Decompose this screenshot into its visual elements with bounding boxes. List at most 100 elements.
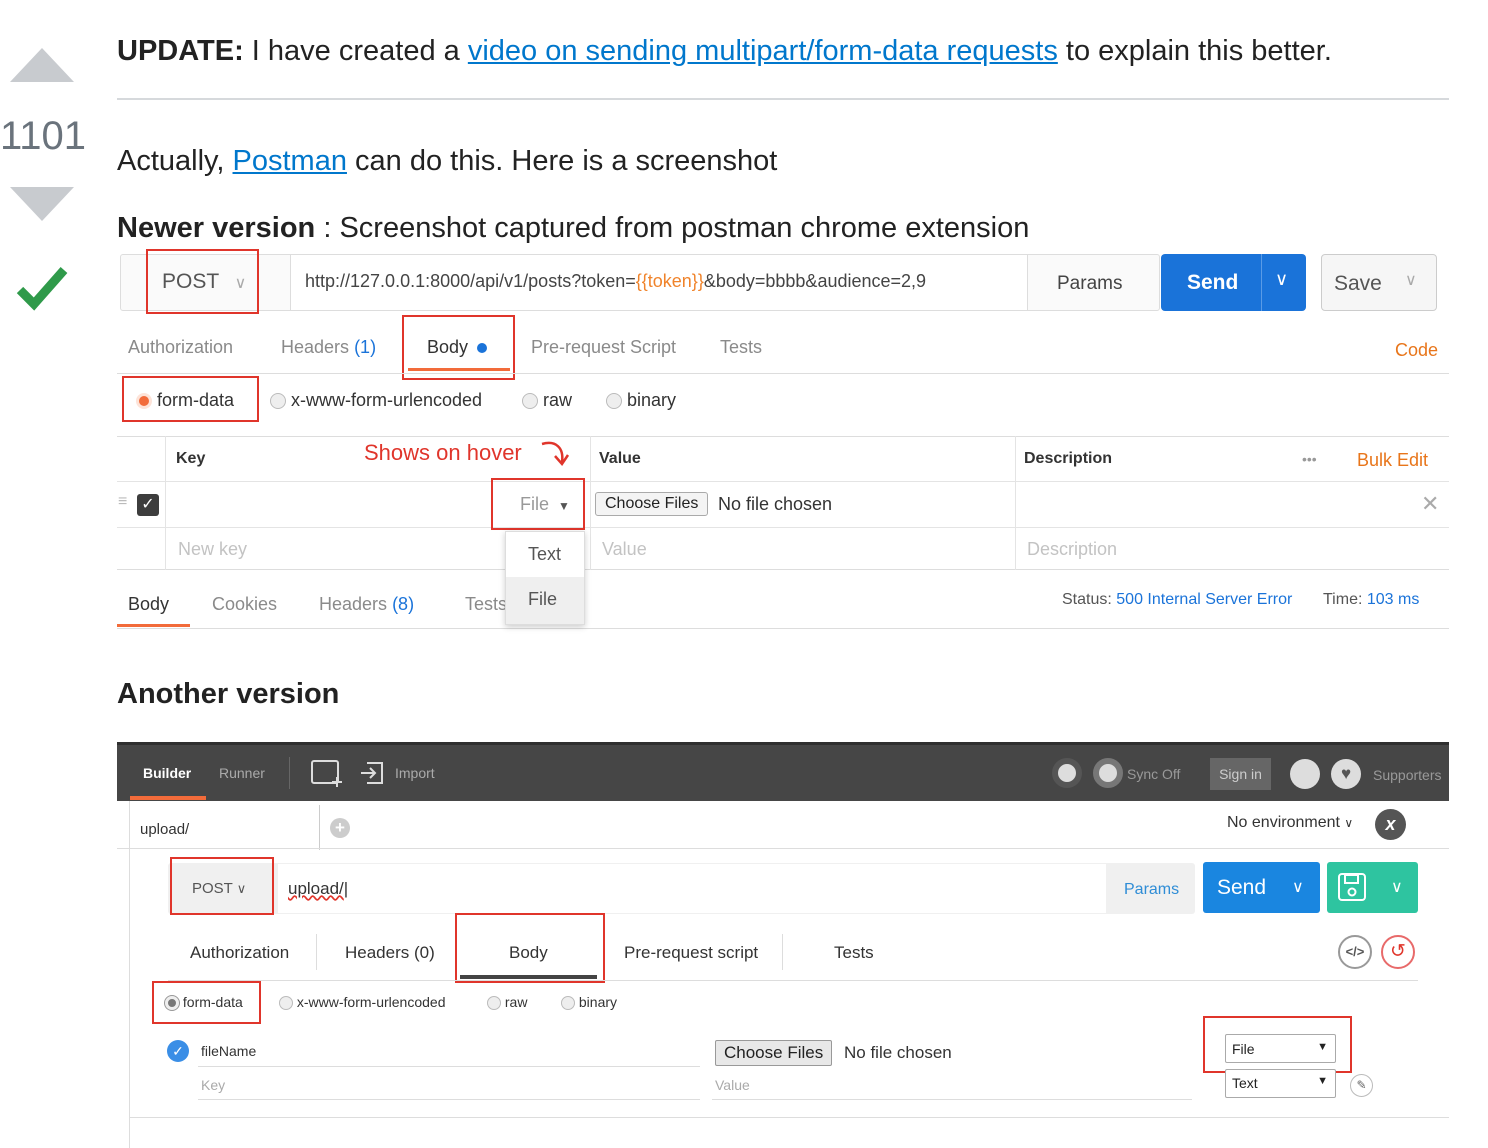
- choose-files-button[interactable]: Choose Files: [595, 492, 709, 516]
- add-tab-icon[interactable]: +: [330, 818, 350, 838]
- sync-label[interactable]: Sync Off: [1127, 766, 1180, 782]
- sync-icon[interactable]: [1093, 758, 1123, 788]
- url-field[interactable]: http://127.0.0.1:8000/api/v1/posts?token…: [290, 255, 1028, 310]
- tab-prerequest-old[interactable]: Pre-request script: [624, 943, 758, 963]
- dropdown-option-text[interactable]: Text: [506, 532, 584, 577]
- radio-binary-old[interactable]: binary: [561, 994, 617, 1011]
- newer-rest: : Screenshot captured from postman chrom…: [323, 212, 1030, 244]
- chevron-down-icon: ∨: [1391, 879, 1403, 896]
- new-value-input[interactable]: Value: [602, 539, 647, 560]
- tab-tests[interactable]: Tests: [720, 337, 762, 358]
- reset-icon[interactable]: ↺: [1381, 935, 1415, 969]
- drag-handle-icon[interactable]: ≡: [118, 494, 127, 510]
- resp-tab-body[interactable]: Body: [128, 594, 169, 615]
- highlight-body-tab: [402, 315, 515, 380]
- intro-post: can do this. Here is a screenshot: [355, 145, 778, 177]
- no-file-text-old: No file chosen: [844, 1043, 952, 1062]
- import-icon[interactable]: [359, 758, 387, 788]
- header-value: Value: [599, 450, 641, 467]
- signin-button[interactable]: Sign in: [1210, 758, 1271, 790]
- url-post: &body=bbbb&audience=2,9: [703, 271, 927, 291]
- delete-row-icon[interactable]: ✕: [1421, 491, 1439, 517]
- radio-off-icon: [270, 393, 286, 410]
- resp-tab-headers-label: Headers: [319, 594, 388, 614]
- intro-pre: Actually,: [117, 145, 225, 177]
- row-checkbox[interactable]: ✓: [137, 494, 159, 516]
- time-label: Time:: [1323, 591, 1363, 608]
- row-check-icon[interactable]: ✓: [167, 1040, 189, 1062]
- key-underline: [198, 1099, 700, 1100]
- radio-urlencoded-label-old: x-www-form-urlencoded: [296, 994, 446, 1010]
- new-key-input[interactable]: New key: [178, 539, 247, 560]
- import-label[interactable]: Import: [395, 765, 435, 781]
- builder-tab[interactable]: Builder: [143, 765, 191, 781]
- highlight-method: [146, 249, 259, 314]
- downvote-button[interactable]: [10, 187, 74, 221]
- choose-files-button-old[interactable]: Choose Files: [715, 1040, 833, 1066]
- radio-binary[interactable]: binary: [606, 390, 676, 411]
- curved-arrow-icon: [541, 441, 570, 467]
- edit-pencil-icon[interactable]: ✎: [1350, 1074, 1373, 1097]
- radio-binary-label: binary: [627, 390, 677, 410]
- upvote-button[interactable]: [10, 48, 74, 82]
- code-link[interactable]: Code: [1395, 340, 1438, 361]
- url-field-old[interactable]: upload/|: [278, 864, 1106, 913]
- radio-urlencoded[interactable]: x-www-form-urlencoded: [270, 390, 482, 411]
- radio-raw-old[interactable]: raw: [487, 994, 527, 1011]
- tab-headers-old[interactable]: Headers (0): [345, 943, 435, 963]
- tab-authorization[interactable]: Authorization: [128, 337, 233, 358]
- supporters-label[interactable]: Supporters: [1373, 767, 1441, 783]
- tab-divider: [782, 934, 783, 970]
- environment-select[interactable]: No environment ∨: [1227, 814, 1353, 832]
- new-description-input[interactable]: Description: [1027, 539, 1117, 560]
- resp-tab-headers[interactable]: Headers (8): [319, 594, 414, 615]
- more-options-icon[interactable]: •••: [1302, 451, 1317, 467]
- tab-tests-old[interactable]: Tests: [834, 943, 874, 963]
- status-line: Status: 500 Internal Server Error: [1062, 591, 1292, 609]
- highlight-form-data-old: [152, 981, 261, 1024]
- send-button[interactable]: Send ∨: [1161, 254, 1306, 311]
- new-window-icon[interactable]: [310, 758, 346, 788]
- tab-headers-label: Headers: [281, 337, 350, 357]
- resp-tab-headers-count: (8): [392, 594, 415, 614]
- type-select-text-old[interactable]: Text ▼: [1225, 1069, 1336, 1098]
- tab-headers[interactable]: Headers (1): [281, 337, 376, 358]
- time-value: 103 ms: [1366, 591, 1420, 608]
- status-value: 500 Internal Server Error: [1116, 591, 1293, 608]
- request-tab[interactable]: upload/: [130, 805, 320, 850]
- save-label: Save: [1334, 272, 1382, 295]
- newer-bold: Newer version: [117, 212, 316, 244]
- heart-icon[interactable]: ♥: [1331, 759, 1361, 789]
- radio-raw[interactable]: raw: [522, 390, 572, 411]
- key-input-old[interactable]: Key: [201, 1077, 225, 1093]
- col-divider: [165, 436, 166, 570]
- environment-quicklook-icon[interactable]: x: [1375, 809, 1406, 840]
- save-button[interactable]: Save ∨: [1321, 254, 1437, 311]
- resp-tab-tests[interactable]: Tests: [465, 594, 507, 615]
- bulk-edit-link[interactable]: Bulk Edit: [1357, 450, 1428, 471]
- intro-line: Actually, Postman can do this. Here is a…: [117, 144, 777, 178]
- row-key-old[interactable]: fileName: [201, 1043, 256, 1059]
- send-button-old[interactable]: Send ∨: [1203, 862, 1320, 913]
- bottom-divider: [130, 1117, 1449, 1118]
- code-icon[interactable]: </>: [1338, 935, 1372, 969]
- bar-divider: [289, 757, 290, 789]
- tab-strip-divider: [117, 848, 1449, 849]
- video-link[interactable]: video on sending multipart/form-data req…: [468, 35, 1058, 67]
- save-button-old[interactable]: ∨: [1327, 862, 1418, 913]
- runner-tab[interactable]: Runner: [219, 765, 265, 781]
- params-button-old[interactable]: Params: [1124, 881, 1179, 899]
- chevron-down-icon: ∨: [1275, 269, 1289, 289]
- postman-link[interactable]: Postman: [233, 145, 347, 177]
- status-label: Status:: [1062, 591, 1112, 608]
- radio-urlencoded-old[interactable]: x-www-form-urlencoded: [279, 994, 446, 1011]
- tab-prerequest[interactable]: Pre-request Script: [531, 337, 676, 358]
- params-button[interactable]: Params: [1057, 273, 1122, 295]
- col-divider: [1015, 436, 1016, 570]
- interceptor-icon[interactable]: [1052, 758, 1082, 788]
- settings-icon[interactable]: [1290, 759, 1320, 789]
- tab-authorization-old[interactable]: Authorization: [190, 943, 289, 963]
- value-input-old[interactable]: Value: [715, 1077, 750, 1093]
- resp-tab-cookies[interactable]: Cookies: [212, 594, 277, 615]
- dropdown-option-file[interactable]: File: [506, 577, 584, 624]
